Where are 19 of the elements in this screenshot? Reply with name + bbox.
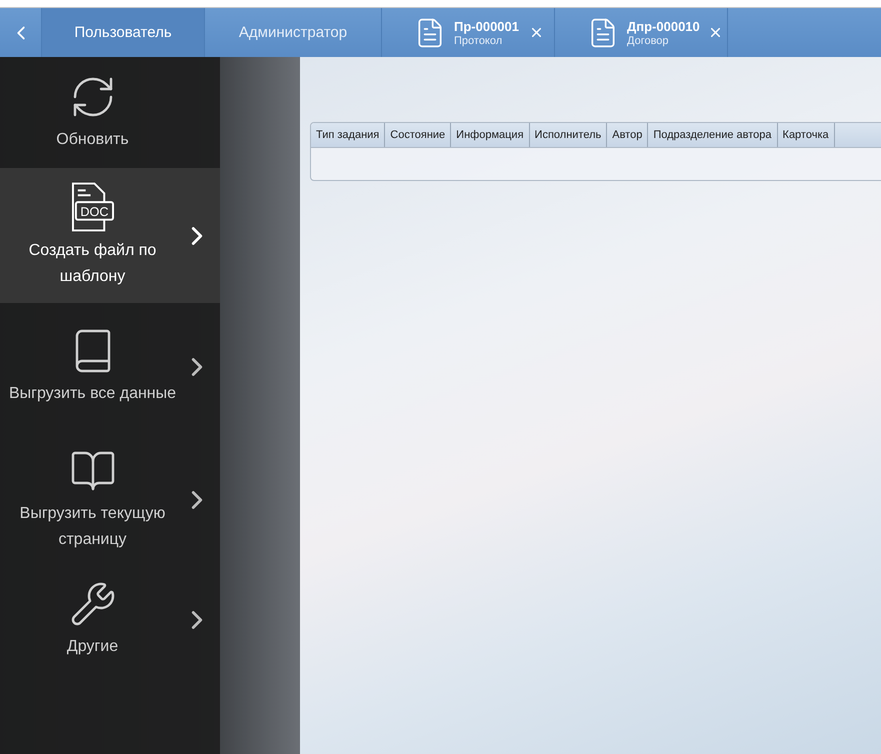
document-number: Пр-000001 (454, 18, 519, 34)
column-header[interactable]: Состояние (385, 123, 452, 147)
column-header[interactable]: Подразделение автора (648, 123, 778, 147)
close-icon (529, 25, 544, 40)
column-header[interactable]: Исполнитель (530, 123, 608, 147)
column-header[interactable]: Тип задания (311, 123, 386, 147)
menu-item[interactable]: Другие (0, 570, 220, 670)
menu-item[interactable]: DOC Создать файл по шаблону (0, 168, 220, 303)
nav-tab[interactable]: Пользователь (42, 8, 205, 57)
close-button[interactable] (529, 25, 544, 40)
menu-item[interactable]: Обновить (0, 57, 220, 168)
menu-item[interactable]: Выгрузить текущую страницу (0, 430, 220, 570)
document-number: Дпр-000010 (627, 18, 700, 34)
column-header[interactable]: Информация (451, 123, 530, 147)
document-type: Протокол (454, 34, 504, 46)
menu-item[interactable]: Выгрузить все данные (0, 303, 220, 430)
column-header[interactable]: Карточка (778, 123, 835, 147)
document-type: Договор (627, 34, 670, 46)
column-header[interactable]: Автор (607, 123, 648, 147)
